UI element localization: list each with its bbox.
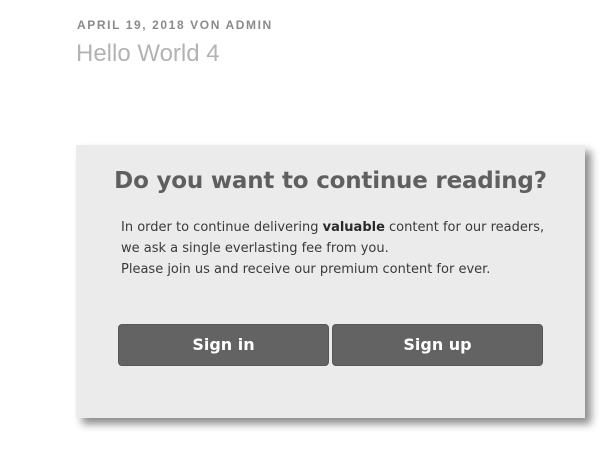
sign-up-button[interactable]: Sign up (332, 324, 543, 366)
post-meta: April 19, 2018 von admin (77, 18, 273, 32)
paywall-line1-start: In order to continue delivering (121, 220, 323, 235)
paywall-line1-bold: valuable (322, 220, 385, 235)
paywall-message-line-1: In order to continue delivering valuable… (121, 217, 561, 238)
post-author-link[interactable]: admin (225, 18, 272, 32)
paywall-heading: Do you want to continue reading? (114, 168, 547, 194)
post-date-link[interactable]: April 19, 2018 (77, 18, 185, 32)
post-title[interactable]: Hello World 4 (76, 38, 220, 70)
paywall-box: Do you want to continue reading? In orde… (76, 145, 585, 418)
paywall-message-line-3: Please join us and receive our premium c… (121, 262, 491, 277)
paywall-message: In order to continue delivering valuable… (121, 217, 561, 280)
post-by-label: von (190, 18, 221, 32)
paywall-message-line-2: we ask a single everlasting fee from you… (121, 241, 389, 256)
sign-in-button[interactable]: Sign in (118, 324, 329, 366)
paywall-line1-end: content for our readers, (384, 220, 545, 235)
